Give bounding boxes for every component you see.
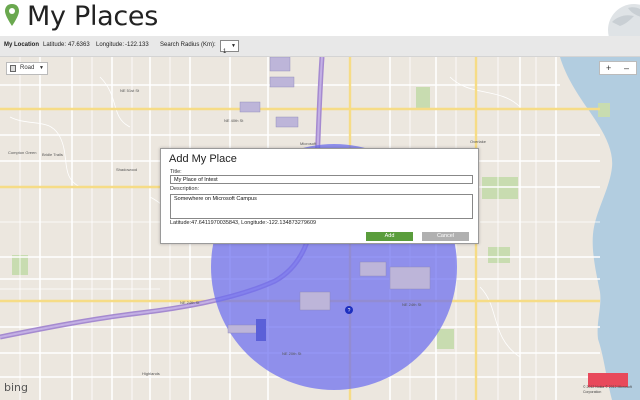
add-button[interactable]: Add <box>366 232 413 241</box>
layers-icon <box>10 65 16 72</box>
map-label-bridle-trails: Bridle Trails <box>42 152 63 157</box>
zoom-in-button[interactable]: + <box>606 62 611 74</box>
app-header: My Places <box>0 0 640 36</box>
coordinates-text: Latitude:47.6411970035843, Longitude:-12… <box>170 220 317 226</box>
map-type-selector[interactable]: Road ▼ <box>6 62 48 75</box>
zoom-out-button[interactable]: – <box>624 62 629 74</box>
add-place-dialog: Add My Place Title: Description: Somewhe… <box>160 148 479 244</box>
bing-logo: bing <box>4 381 28 394</box>
latitude-value: 47.6363 <box>68 42 90 48</box>
map-label-ne-24th-st: NE 24th St <box>180 300 200 305</box>
zoom-control: + – <box>599 61 637 75</box>
location-bar: My Location Latitude: 47.6363 Longitude:… <box>0 36 640 57</box>
cancel-button[interactable]: Cancel <box>422 232 469 241</box>
my-location-label: My Location <box>4 42 40 48</box>
map-label-microsoft: Microsoft <box>300 141 317 146</box>
latitude-label: Latitude: <box>43 42 67 48</box>
description-field-label: Description: <box>170 186 200 192</box>
map-label-ne-51st-st: NE 51st St <box>120 88 140 93</box>
map-copyright: © 2012 Nokia © 2012 Microsoft Corporatio… <box>583 385 632 394</box>
title-input[interactable] <box>170 175 473 184</box>
map-pin-icon <box>5 4 19 26</box>
globe-icon <box>608 4 640 36</box>
longitude-value: -122.133 <box>125 42 149 48</box>
svg-text:?: ? <box>348 308 351 314</box>
search-radius-label: Search Radius (Km): <box>160 42 216 48</box>
map-label-overlake: Overlake <box>470 139 487 144</box>
map-label-shadowood: Shadowood <box>116 167 137 172</box>
dialog-title: Add My Place <box>169 153 237 165</box>
map-label-ne-20th-st: NE 20th St <box>282 351 302 356</box>
map-label-ne-24th-st-east: NE 24th St <box>402 302 422 307</box>
map-label-compton-green: Compton Green <box>8 150 36 155</box>
search-radius-value: 1 <box>223 49 227 55</box>
app-title: My Places <box>27 1 159 32</box>
map-label-highlands: Highlands <box>142 371 160 376</box>
map-label-ne-40th-st: NE 40th St <box>224 118 244 123</box>
search-radius-select[interactable]: 1 ▼ <box>220 40 239 55</box>
chevron-down-icon: ▼ <box>39 65 44 71</box>
chevron-down-icon: ▼ <box>231 43 236 49</box>
longitude-label: Longitude: <box>96 42 125 48</box>
description-textarea[interactable]: Somewhere on Microsoft Campus <box>170 194 473 219</box>
map-type-label: Road <box>20 65 35 71</box>
